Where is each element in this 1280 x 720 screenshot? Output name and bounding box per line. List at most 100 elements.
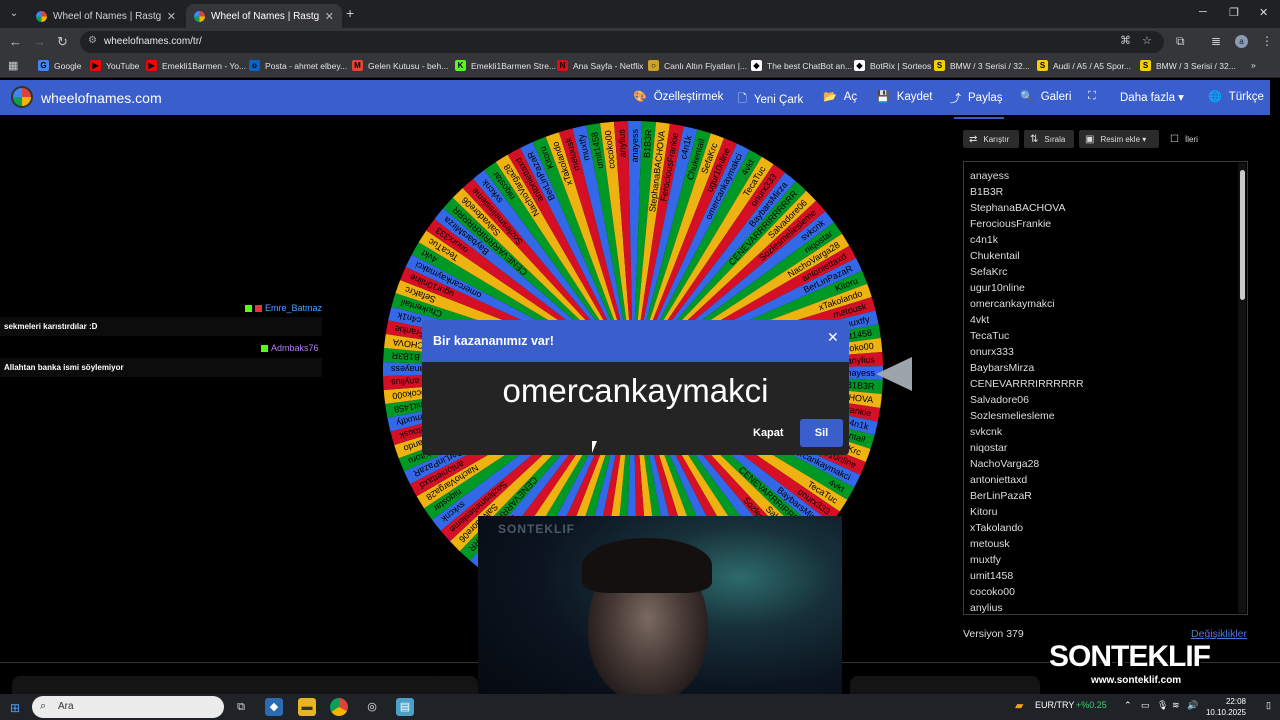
webcam-overlay: SONTEKLIF xyxy=(478,516,842,720)
entries-scroll-thumb[interactable] xyxy=(1240,170,1245,300)
apps-grid-icon[interactable]: ▦ xyxy=(8,59,18,72)
close-dialog-icon[interactable]: ✕ xyxy=(827,329,839,346)
article-card[interactable] xyxy=(850,676,1040,696)
changes-link[interactable]: Değişiklikler xyxy=(1191,628,1247,640)
menu-item-palette[interactable]: 🎨 Özelleştirmek xyxy=(633,90,724,104)
wheel-segment-label: anylius xyxy=(391,376,420,387)
bookmark-favicon-icon: N xyxy=(557,60,568,71)
menu-item-label: Özelleştirmek xyxy=(653,90,724,103)
advanced-checkbox[interactable]: ☐ İleri xyxy=(1164,130,1206,148)
close-button[interactable]: Kapat xyxy=(753,427,784,439)
taskbar-search[interactable]: ⌕ Ara xyxy=(32,696,224,718)
browser-tab-2[interactable]: Wheel of Names | Rastgele ad seçici ✕ xyxy=(186,4,342,28)
clock-date: 10.10.2025 xyxy=(1205,708,1246,717)
entries-textarea[interactable]: anayess B1B3R StephanaBACHOVA FerociousFran… xyxy=(963,161,1248,615)
mouse-cursor-icon xyxy=(592,441,597,453)
menu-item-more[interactable]: Daha fazla ▾ xyxy=(1120,90,1184,104)
close-tab-icon[interactable]: ✕ xyxy=(325,10,334,23)
article-card[interactable] xyxy=(12,676,442,696)
bookmark-item[interactable]: K Emekli1Barmen Stre... xyxy=(455,60,556,71)
task-view-icon[interactable]: ⧉ xyxy=(232,698,250,716)
browser-tab-1[interactable]: Wheel of Names | Rastgele ad seçici ✕ xyxy=(28,4,184,28)
microphone-icon[interactable]: 🎙 xyxy=(1157,700,1168,711)
bookmark-label: BMW / 3 Serisi / 32... xyxy=(1156,60,1236,71)
image-icon: ▣ xyxy=(1085,133,1095,145)
address-bar[interactable]: ⚙ wheelofnames.com/tr/ ⌘ ☆ xyxy=(80,31,1164,53)
chat-user-name: Emre_Batmaz xyxy=(265,303,323,313)
profile-avatar[interactable]: a xyxy=(1235,35,1248,48)
menu-item-share[interactable]: ⤴ Paylaş xyxy=(950,90,1003,106)
bookmark-favicon-icon: o xyxy=(249,60,260,71)
bookmark-item[interactable]: S BMW / 3 Serisi / 32... xyxy=(1140,60,1236,71)
close-window-icon[interactable]: ✕ xyxy=(1259,6,1268,19)
back-arrow-icon[interactable]: ← xyxy=(9,34,22,49)
notifications-icon[interactable]: ▯ xyxy=(1266,700,1271,711)
bookmark-item[interactable]: ◆ The best ChatBot an... xyxy=(751,60,852,71)
restore-window-icon[interactable]: ❐ xyxy=(1229,6,1239,19)
wheel-segment-label: anylius xyxy=(616,129,627,158)
network-icon[interactable]: ▭ xyxy=(1141,700,1150,711)
menu-item-search[interactable]: 🔍 Galeri xyxy=(1020,90,1071,104)
bookmark-item[interactable]: ◆ BotRix | Sorteos xyxy=(854,60,931,71)
browser-menu-icon[interactable]: ⋮ xyxy=(1261,34,1273,48)
bookmark-item[interactable]: ○ Canlı Altın Fiyatları |... xyxy=(648,60,747,71)
wifi-icon[interactable]: ≋ xyxy=(1172,700,1180,711)
bookmark-favicon-icon: M xyxy=(352,60,363,71)
entry-line: cocoko00 xyxy=(970,586,1015,598)
wheel-logo-icon[interactable] xyxy=(11,86,33,108)
bookmarks-overflow-icon[interactable]: » xyxy=(1251,60,1256,70)
bookmark-item[interactable]: ▶ Emekli1Barmen - Yo... xyxy=(146,60,246,71)
close-tab-icon[interactable]: ✕ xyxy=(167,10,176,23)
reload-icon[interactable]: ↻ xyxy=(57,34,68,50)
bookmark-star-icon[interactable]: ☆ xyxy=(1142,34,1152,47)
forward-arrow-icon[interactable]: → xyxy=(33,34,46,49)
app-icon[interactable]: ▤ xyxy=(396,698,414,716)
taskbar-clock[interactable]: 22:08 10.10.2025 xyxy=(1202,696,1246,718)
bookmark-item[interactable]: G Google xyxy=(38,60,81,71)
bookmark-item[interactable]: o Posta - ahmet elbey... xyxy=(249,60,347,71)
app-icon[interactable]: ◆ xyxy=(265,698,283,716)
article-card[interactable] xyxy=(432,676,478,696)
currency-widget-icon[interactable]: ▰ xyxy=(1015,699,1023,712)
volume-icon[interactable]: 🔊 xyxy=(1187,700,1198,711)
entry-line: metousk xyxy=(970,538,1010,550)
bookmark-item[interactable]: S Audi / A5 / A5 Spor... xyxy=(1037,60,1131,71)
bookmark-item[interactable]: N Ana Sayfa - Netflix xyxy=(557,60,643,71)
translate-icon[interactable]: ⌘ xyxy=(1120,34,1131,47)
obs-icon[interactable]: ◎ xyxy=(363,698,381,716)
media-controls-icon[interactable]: ≣ xyxy=(1211,34,1221,48)
site-info-icon[interactable]: ⚙ xyxy=(88,35,97,46)
shuffle-button[interactable]: ⇄ Karıştır xyxy=(963,130,1019,148)
bookmark-item[interactable]: M Gelen Kutusu - beh... xyxy=(352,60,448,71)
tab-list-chevron-icon[interactable]: ⌄ xyxy=(6,6,22,22)
chrome-icon[interactable] xyxy=(330,698,348,716)
remove-button[interactable]: Sil xyxy=(800,419,843,447)
new-tab-plus-icon[interactable]: + xyxy=(346,5,354,21)
entry-line: FerociousFrankie xyxy=(970,218,1052,230)
search-icon: 🔍 xyxy=(1020,91,1034,103)
site-logo-text[interactable]: wheelofnames.com xyxy=(41,90,162,106)
extensions-puzzle-icon[interactable]: ⧉ xyxy=(1176,34,1185,49)
taskbar-search-placeholder: Ara xyxy=(58,701,74,712)
entry-line: niqostar xyxy=(970,442,1008,454)
wheel-segment-label: B1B3R xyxy=(642,129,654,159)
wheel-segment-label: anylius xyxy=(846,354,875,365)
menu-item-fullscreen[interactable]: ⛶ xyxy=(1088,90,1103,103)
menu-item-globe[interactable]: 🌐 Türkçe xyxy=(1208,90,1264,104)
menu-item-file[interactable]: 🗋 Yeni Çark xyxy=(738,90,803,109)
menu-item-folder[interactable]: 📂 Aç xyxy=(823,90,857,104)
bookmark-favicon-icon: ▶ xyxy=(146,60,157,71)
windows-start-icon[interactable]: ⊞ xyxy=(10,701,20,715)
add-image-button[interactable]: ▣ Resim ekle ▾ xyxy=(1079,130,1159,148)
currency-pair[interactable]: EUR/TRY xyxy=(1035,700,1074,710)
bookmark-item[interactable]: S BMW / 3 Serisi / 32... xyxy=(934,60,1030,71)
menu-item-save[interactable]: 💾 Kaydet xyxy=(876,90,933,104)
bookmark-item[interactable]: ▶ YouTube xyxy=(90,60,139,71)
sort-button[interactable]: ⇅ Sırala xyxy=(1024,130,1074,148)
minimize-window-icon[interactable]: ─ xyxy=(1199,6,1207,18)
tray-expand-icon[interactable]: ⌃ xyxy=(1124,700,1132,711)
browser-tab-title: Wheel of Names | Rastgele ad seçici xyxy=(53,10,161,22)
bookmark-label: Posta - ahmet elbey... xyxy=(265,60,348,71)
file-explorer-icon[interactable]: ▬ xyxy=(298,698,316,716)
bookmark-label: Emekli1Barmen - Yo... xyxy=(162,60,247,71)
